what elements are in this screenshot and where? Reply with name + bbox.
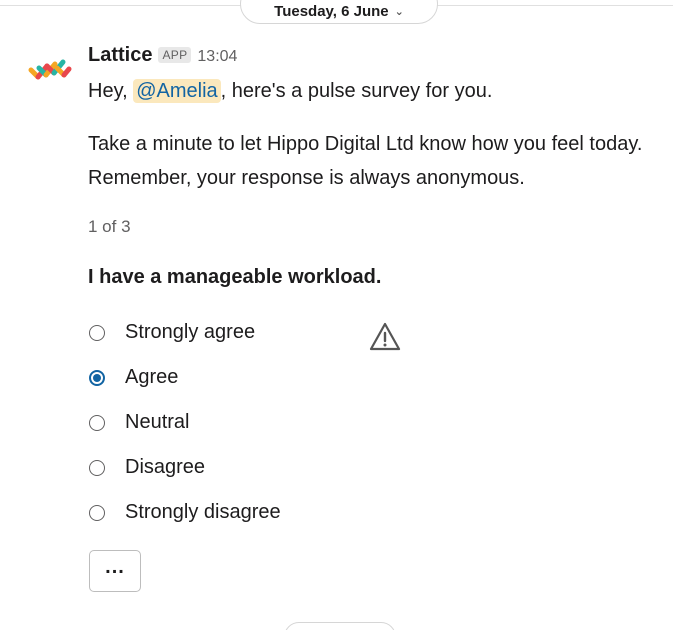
radio-button[interactable] xyxy=(89,324,105,341)
option-agree[interactable]: Agree xyxy=(88,355,281,400)
warning-triangle-icon xyxy=(369,322,401,351)
greeting-suffix: , here's a pulse survey for you. xyxy=(220,80,493,102)
page: Tuesday, 6 June ⌄ Lattice APP 13:04 Hey,… xyxy=(0,0,673,630)
lattice-logo[interactable] xyxy=(23,44,77,98)
option-strongly-agree[interactable]: Strongly agree xyxy=(88,310,281,355)
radio-button-selected[interactable] xyxy=(89,369,105,386)
radio-button[interactable] xyxy=(89,459,105,476)
bottom-divider-pill[interactable] xyxy=(284,622,396,630)
date-label: Tuesday, 6 June xyxy=(274,2,389,20)
greeting-prefix: Hey, xyxy=(88,80,134,102)
option-neutral[interactable]: Neutral xyxy=(88,400,281,445)
option-label: Disagree xyxy=(125,456,206,478)
survey-intro: Take a minute to let Hippo Digital Ltd k… xyxy=(88,133,643,189)
message-header: Lattice APP 13:04 xyxy=(88,44,237,67)
option-label: Strongly disagree xyxy=(125,501,281,523)
sender-name[interactable]: Lattice xyxy=(88,44,152,67)
option-label: Strongly agree xyxy=(125,321,256,343)
option-label: Neutral xyxy=(125,411,190,433)
option-label: Agree xyxy=(125,366,179,388)
answer-options: Strongly agree Agree Neutral Disagree St… xyxy=(88,310,281,535)
user-mention[interactable]: @Amelia xyxy=(133,79,221,103)
option-strongly-disagree[interactable]: Strongly disagree xyxy=(88,490,281,535)
radio-button[interactable] xyxy=(89,414,105,431)
greeting-line: Hey, @Amelia, here's a pulse survey for … xyxy=(88,75,492,107)
app-badge: APP xyxy=(158,47,192,63)
message-time[interactable]: 13:04 xyxy=(197,48,237,66)
survey-question: I have a manageable workload. xyxy=(88,266,382,288)
question-counter: 1 of 3 xyxy=(88,217,131,236)
more-actions-button[interactable]: ... xyxy=(89,550,141,592)
radio-button[interactable] xyxy=(89,504,105,521)
chevron-down-icon: ⌄ xyxy=(394,5,404,18)
option-disagree[interactable]: Disagree xyxy=(88,445,281,490)
date-divider-button[interactable]: Tuesday, 6 June ⌄ xyxy=(240,0,438,24)
